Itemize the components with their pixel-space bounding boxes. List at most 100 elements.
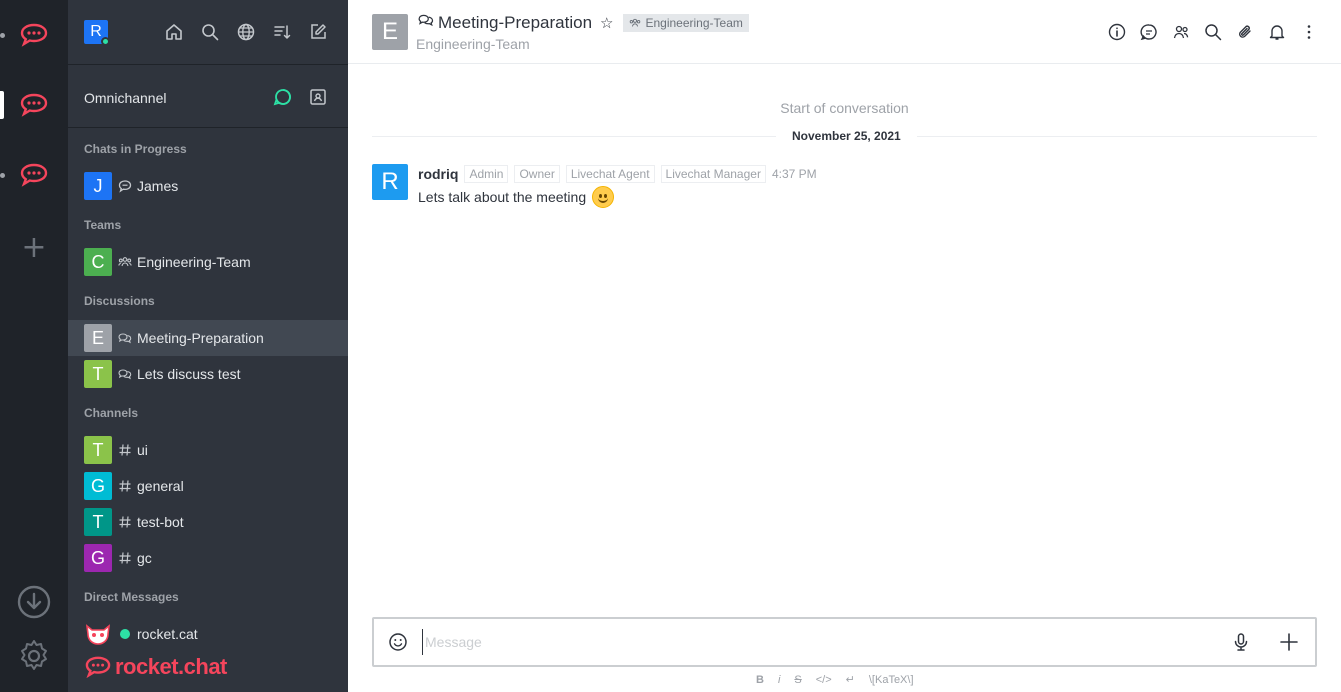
message-username[interactable]: rodriq: [418, 166, 458, 182]
online-status-dot: [101, 37, 110, 46]
search-icon[interactable]: [1203, 22, 1223, 42]
microphone-icon[interactable]: [1231, 632, 1251, 652]
hashtag-icon: [118, 551, 132, 565]
formatting-toolbar: B i S </> ↵ \[KaTeX\]: [756, 673, 914, 687]
contact-center-icon[interactable]: [308, 87, 328, 107]
room-title-row: Meeting-Preparation ☆ Engineering-Team: [418, 12, 749, 33]
team-icon: [118, 255, 132, 269]
user-avatar-letter: R: [90, 23, 102, 40]
online-status-dot: [120, 629, 130, 639]
room-name: James: [137, 178, 179, 194]
sort-icon[interactable]: [272, 22, 292, 42]
room-avatar: G: [84, 544, 112, 572]
room-header: E Meeting-Preparation ☆ Engineering-Team…: [348, 0, 1341, 64]
unread-dot: [0, 173, 5, 178]
discussion-icon: [118, 367, 132, 381]
notification-bell-icon[interactable]: [1267, 22, 1287, 42]
format-bold[interactable]: B: [756, 674, 764, 686]
discussion-icon: [418, 12, 434, 33]
sidebar-item-gc[interactable]: G gc: [68, 540, 348, 576]
add-server-button[interactable]: +: [20, 233, 48, 263]
sidebar-item-ui[interactable]: T ui: [68, 432, 348, 468]
room-avatar: C: [84, 248, 112, 276]
room-name: gc: [137, 550, 152, 566]
room-avatar: T: [84, 436, 112, 464]
format-italic[interactable]: i: [778, 674, 780, 686]
date-divider-label: November 25, 2021: [776, 129, 917, 143]
discussions-icon[interactable]: [1139, 22, 1159, 42]
section-title-direct-messages: Direct Messages: [84, 590, 179, 604]
unread-dot: [0, 33, 5, 38]
user-avatar[interactable]: R: [84, 20, 110, 46]
rocket-cat-avatar: [84, 620, 112, 648]
room-name: Engineering-Team: [137, 254, 251, 270]
app-window: + R Omnichannel Chats in Progress J Jame…: [0, 0, 1341, 692]
sidebar-item-rocket-cat[interactable]: rocket.cat: [68, 616, 348, 652]
section-title-channels: Channels: [84, 406, 139, 420]
sidebar-item-general[interactable]: G general: [68, 468, 348, 504]
room-main: E Meeting-Preparation ☆ Engineering-Team…: [348, 0, 1341, 692]
room-avatar: T: [84, 360, 112, 388]
kebab-menu-icon[interactable]: [1299, 22, 1319, 42]
room-avatar: G: [84, 472, 112, 500]
settings-gear-icon[interactable]: [16, 638, 52, 674]
sidebar-item-lets-discuss-test[interactable]: T Lets discuss test: [68, 356, 348, 392]
team-icon: [630, 18, 641, 27]
team-tag-label: Engineering-Team: [645, 15, 743, 30]
role-badge: Livechat Agent: [565, 165, 655, 183]
message-meta: rodriq Admin Owner Livechat Agent Livech…: [418, 165, 817, 183]
role-badge: Owner: [514, 165, 560, 183]
emoji-picker-icon[interactable]: [388, 632, 408, 652]
room-avatar: J: [84, 172, 112, 200]
brand-name: rocket.chat: [115, 654, 227, 679]
format-katex[interactable]: \[KaTeX\]: [869, 674, 914, 686]
start-of-conversation: Start of conversation: [780, 100, 909, 116]
room-name: Meeting-Preparation: [137, 330, 264, 346]
server-icon[interactable]: [18, 159, 50, 191]
create-new-icon[interactable]: [308, 22, 328, 42]
format-multiline[interactable]: ↵: [846, 673, 855, 686]
room-name: test-bot: [137, 514, 184, 530]
room-name: general: [137, 478, 184, 494]
sidebar-toolbar: [164, 22, 328, 42]
favorite-star-icon[interactable]: ☆: [600, 14, 613, 32]
search-icon[interactable]: [200, 22, 220, 42]
room-name: Lets discuss test: [137, 366, 241, 382]
role-badge: Admin: [464, 165, 509, 183]
omnichannel-label: Omnichannel: [84, 90, 167, 106]
home-icon[interactable]: [164, 22, 184, 42]
message-avatar[interactable]: R: [372, 164, 408, 200]
message-input[interactable]: [422, 629, 1212, 655]
sidebar-item-test-bot[interactable]: T test-bot: [68, 504, 348, 540]
rocket-chat-logo: rocket.chat: [84, 654, 227, 680]
server-icon[interactable]: [18, 89, 50, 121]
server-icon[interactable]: [18, 19, 50, 51]
members-icon[interactable]: [1171, 22, 1191, 42]
format-code[interactable]: </>: [816, 674, 832, 686]
sidebar-item-engineering-team[interactable]: C Engineering-Team: [68, 244, 348, 280]
room-toolbar: [1107, 22, 1319, 42]
add-actions-plus-icon[interactable]: [1279, 632, 1299, 652]
download-icon[interactable]: [16, 584, 52, 620]
sidebar-item-james[interactable]: J James: [68, 168, 348, 204]
discussion-icon: [118, 331, 132, 345]
hashtag-icon: [118, 479, 132, 493]
room-subtitle[interactable]: Engineering-Team: [416, 36, 530, 52]
livechat-icon: [118, 179, 132, 193]
sidebar-header: R: [68, 0, 348, 64]
role-badge: Livechat Manager: [660, 165, 766, 183]
attachment-clip-icon[interactable]: [1235, 22, 1255, 42]
omnichannel-status-icon[interactable]: [273, 87, 293, 107]
team-tag[interactable]: Engineering-Team: [623, 13, 749, 32]
room-avatar: T: [84, 508, 112, 536]
active-server-indicator: [0, 91, 4, 119]
directory-globe-icon[interactable]: [236, 22, 256, 42]
hashtag-icon: [118, 515, 132, 529]
room-name: ui: [137, 442, 148, 458]
format-strike[interactable]: S: [794, 674, 801, 686]
sidebar-item-meeting-preparation[interactable]: E Meeting-Preparation: [68, 320, 348, 356]
info-icon[interactable]: [1107, 22, 1127, 42]
message-body: Lets talk about the meeting: [418, 186, 615, 208]
section-title-teams: Teams: [84, 218, 122, 232]
sidebar: R Omnichannel Chats in Progress J James …: [68, 0, 348, 692]
